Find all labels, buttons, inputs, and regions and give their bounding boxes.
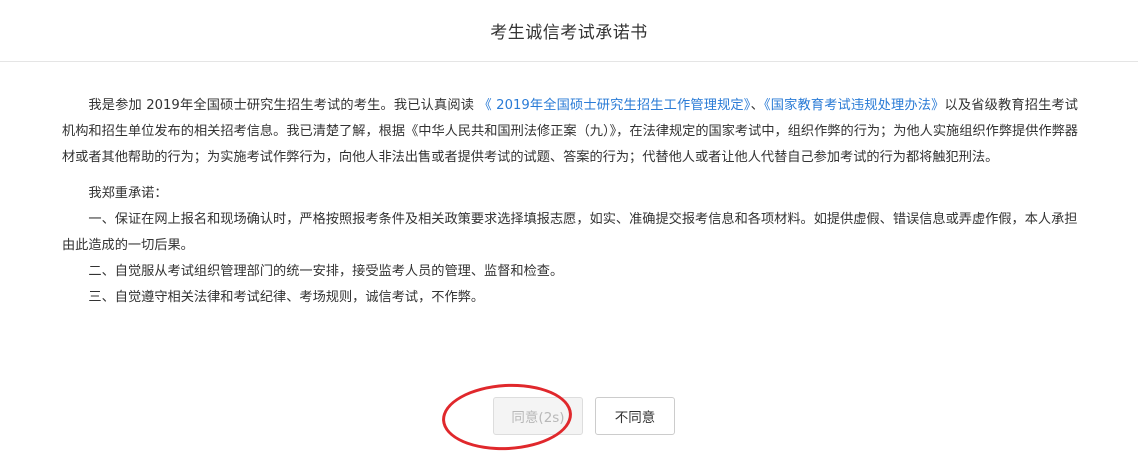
pledge-clause-1: 一、保证在网上报名和现场确认时，严格按照报考条件及相关政策要求选择填报志愿，如实… xyxy=(62,212,1078,253)
pledge-dialog: 考生诚信考试承诺书 我是参加 2019年全国硕士研究生招生考试的考生。我已认真阅… xyxy=(0,0,1138,459)
agree-button[interactable]: 同意(2s) xyxy=(493,397,583,435)
dialog-title: 考生诚信考试承诺书 xyxy=(490,23,648,43)
pledge-clause-3: 三、自觉遵守相关法律和考试纪律、考场规则，诚信考试，不作弊。 xyxy=(88,290,485,305)
regulation-link[interactable]: 《 2019年全国硕士研究生招生工作管理规定》 xyxy=(478,98,750,113)
intro-text-1: 我是参加 2019年全国硕士研究生招生考试的考生。我已认真阅读 xyxy=(88,98,479,113)
dialog-body: 我是参加 2019年全国硕士研究生招生考试的考生。我已认真阅读 《 2019年全… xyxy=(62,93,1078,311)
disagree-button[interactable]: 不同意 xyxy=(595,397,675,435)
dialog-footer: 同意(2s) 不同意 xyxy=(0,396,1138,436)
violation-handling-link[interactable]: 《国家教育考试违规处理办法》 xyxy=(764,98,945,113)
intro-paragraph: 我是参加 2019年全国硕士研究生招生考试的考生。我已认真阅读 《 2019年全… xyxy=(62,93,1078,171)
intro-separator: 、 xyxy=(750,98,764,113)
pledge-clause-2: 二、自觉服从考试组织管理部门的统一安排，接受监考人员的管理、监督和检查。 xyxy=(88,264,564,279)
dialog-header: 考生诚信考试承诺书 xyxy=(0,0,1138,62)
pledge-heading: 我郑重承诺： xyxy=(88,186,168,201)
